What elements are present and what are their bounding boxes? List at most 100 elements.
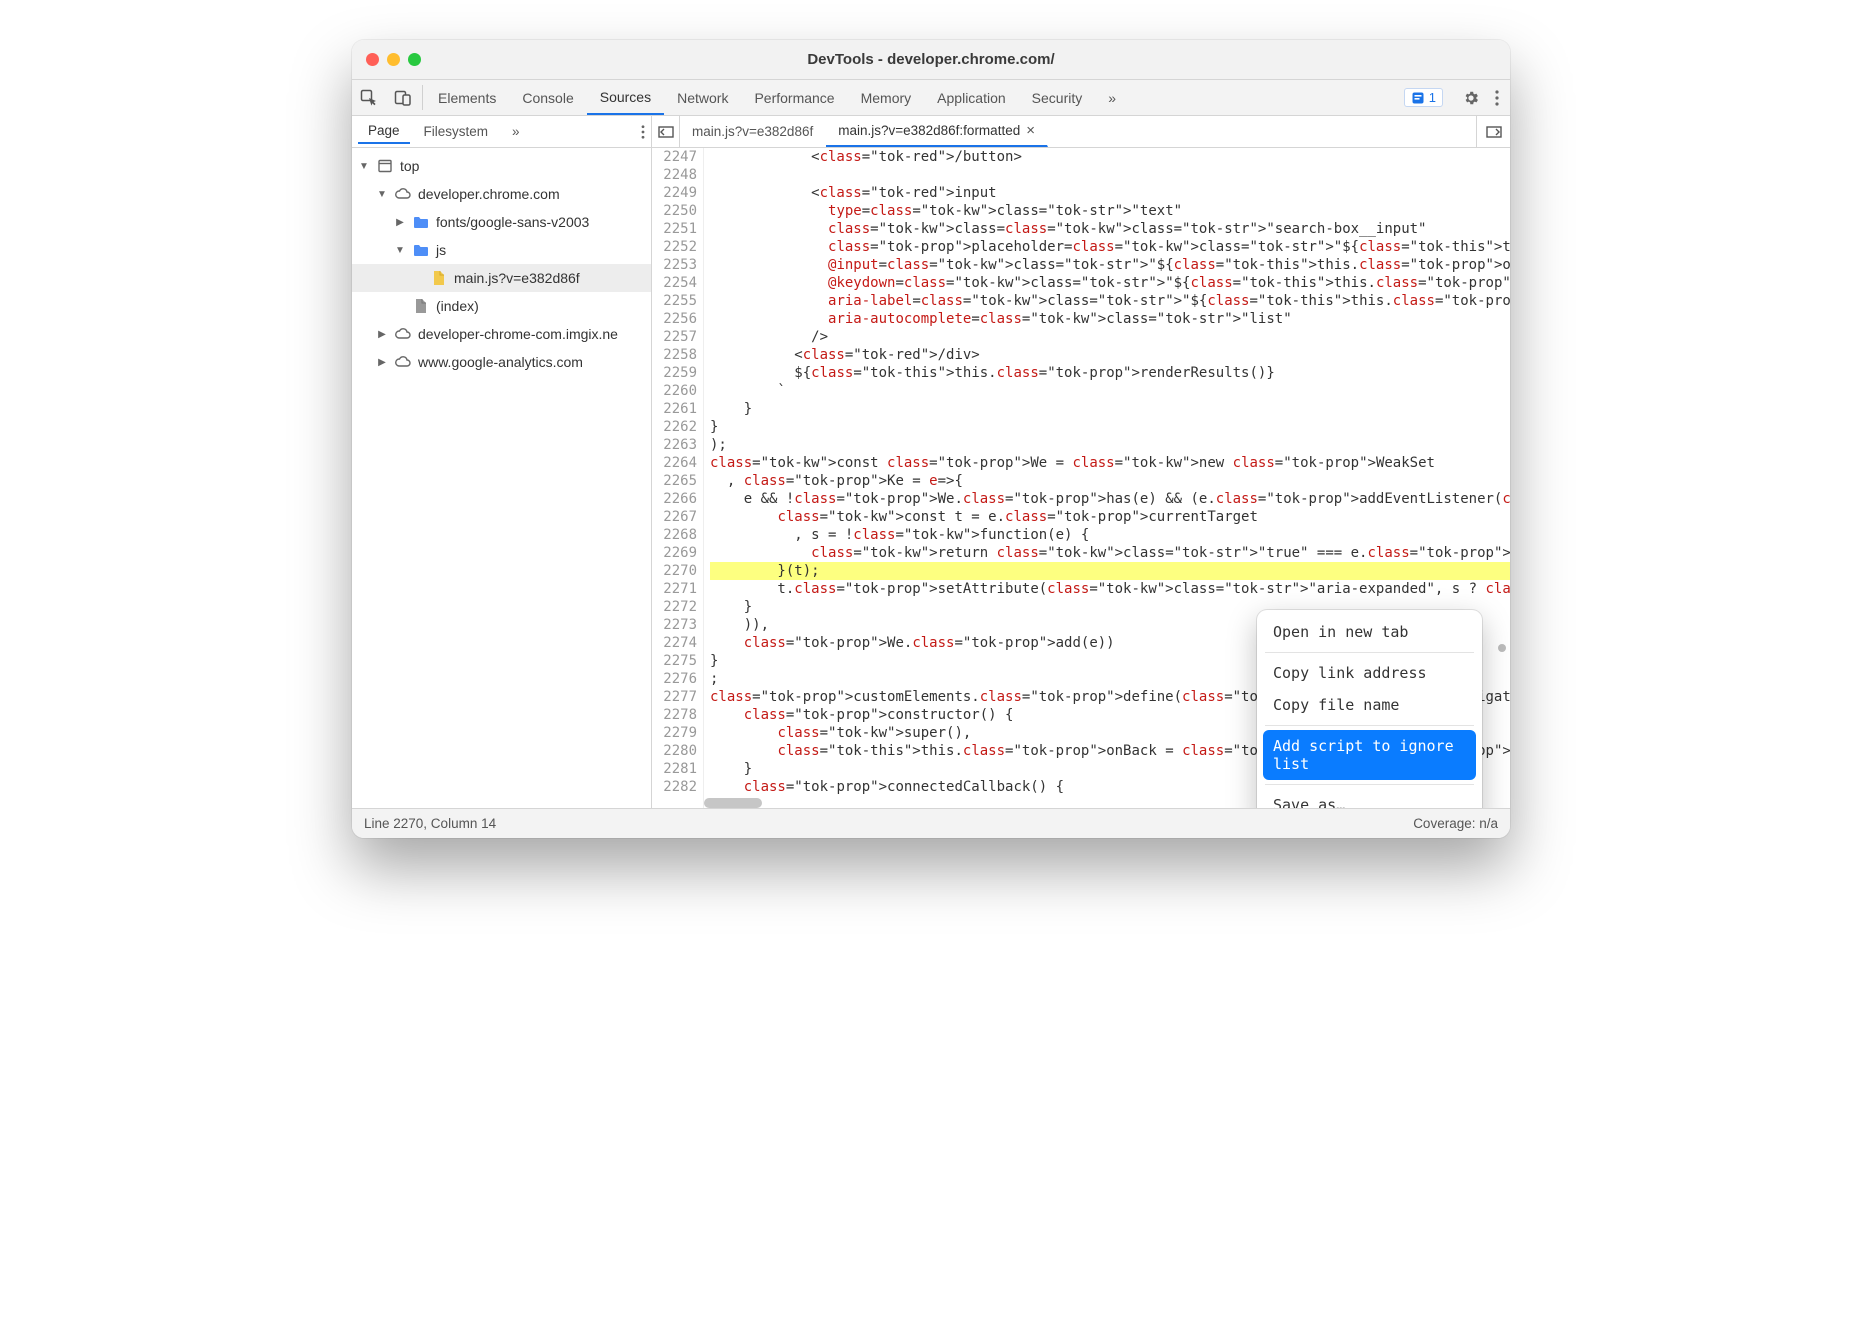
horizontal-scrollbar[interactable] (704, 798, 762, 808)
tree-node[interactable]: ▼top (352, 152, 651, 180)
code-line[interactable]: } (710, 418, 1510, 436)
gutter-line[interactable]: 2280 (652, 742, 697, 760)
more-icon[interactable] (1484, 90, 1510, 106)
tab-sources[interactable]: Sources (587, 80, 664, 115)
gutter-line[interactable]: 2271 (652, 580, 697, 598)
gutter-line[interactable]: 2274 (652, 634, 697, 652)
gutter-line[interactable]: 2263 (652, 436, 697, 454)
code-line[interactable]: class="tok-kw">return class="tok-kw">cla… (710, 544, 1510, 562)
code-line[interactable]: class="tok-kw">const class="tok-prop">We… (710, 454, 1510, 472)
tab-application[interactable]: Application (924, 80, 1019, 115)
gutter-line[interactable]: 2268 (652, 526, 697, 544)
tree-node[interactable]: main.js?v=e382d86f (352, 264, 651, 292)
tree-node[interactable]: ▶www.google-analytics.com (352, 348, 651, 376)
gutter-line[interactable]: 2272 (652, 598, 697, 616)
gutter-line[interactable]: 2254 (652, 274, 697, 292)
navigator-tab-filesystem[interactable]: Filesystem (414, 120, 499, 143)
code-line[interactable]: aria-label=class="tok-kw">class="tok-str… (710, 292, 1510, 310)
code-line[interactable]: class="tok-kw">const t = e.class="tok-pr… (710, 508, 1510, 526)
gutter-line[interactable]: 2279 (652, 724, 697, 742)
code-line[interactable]: <class="tok-red">input (710, 184, 1510, 202)
toggle-debugger-pane-icon[interactable] (1476, 116, 1510, 147)
tabs-overflow[interactable]: » (1095, 80, 1129, 115)
tree-node[interactable]: ▼js (352, 236, 651, 264)
gutter-line[interactable]: 2248 (652, 166, 697, 184)
code-line[interactable]: /> (710, 328, 1510, 346)
code-line[interactable]: @input=class="tok-kw">class="tok-str">"$… (710, 256, 1510, 274)
code-line[interactable]: t.class="tok-prop">setAttribute(class="t… (710, 580, 1510, 598)
code-line[interactable]: <class="tok-red">/div> (710, 346, 1510, 364)
code-line[interactable]: ${class="tok-this">this.class="tok-prop"… (710, 364, 1510, 382)
gutter-line[interactable]: 2257 (652, 328, 697, 346)
gutter-line[interactable]: 2251 (652, 220, 697, 238)
file-history-icon[interactable] (652, 116, 680, 147)
code-line[interactable]: } (710, 400, 1510, 418)
navigator-tab-page[interactable]: Page (358, 119, 410, 144)
gutter-line[interactable]: 2253 (652, 256, 697, 274)
tab-memory[interactable]: Memory (848, 80, 925, 115)
gutter-line[interactable]: 2278 (652, 706, 697, 724)
tree-node[interactable]: (index) (352, 292, 651, 320)
gutter-line[interactable]: 2266 (652, 490, 697, 508)
tab-console[interactable]: Console (509, 80, 586, 115)
file-tab-main[interactable]: main.js?v=e382d86f (680, 116, 826, 147)
code-line[interactable]: , class="tok-prop">Ke = e=>{ (710, 472, 1510, 490)
navigator-tabs-overflow[interactable]: » (502, 120, 530, 143)
code-editor[interactable]: 2247224822492250225122522253225422552256… (652, 148, 1510, 808)
code-line[interactable] (710, 166, 1510, 184)
code-line[interactable]: class="tok-kw">class=class="tok-kw">clas… (710, 220, 1510, 238)
close-tab-icon[interactable]: × (1026, 122, 1035, 139)
gutter-line[interactable]: 2265 (652, 472, 697, 490)
issues-badge[interactable]: 1 (1404, 88, 1443, 107)
context-menu-item[interactable]: Save as… (1263, 789, 1476, 808)
gutter-line[interactable]: 2260 (652, 382, 697, 400)
gutter-line[interactable]: 2258 (652, 346, 697, 364)
file-tab-main-formatted[interactable]: main.js?v=e382d86f:formatted × (826, 116, 1048, 147)
tab-performance[interactable]: Performance (741, 80, 847, 115)
gutter-line[interactable]: 2270 (652, 562, 697, 580)
context-menu-item[interactable]: Add script to ignore list (1263, 730, 1476, 780)
context-menu-item[interactable]: Open in new tab (1263, 616, 1476, 648)
gutter-line[interactable]: 2256 (652, 310, 697, 328)
tab-elements[interactable]: Elements (425, 80, 509, 115)
navigator-more-icon[interactable] (641, 125, 645, 139)
gutter-line[interactable]: 2276 (652, 670, 697, 688)
code-line[interactable]: ); (710, 436, 1510, 454)
gutter-line[interactable]: 2259 (652, 364, 697, 382)
gutter-line[interactable]: 2247 (652, 148, 697, 166)
device-toggle-icon[interactable] (386, 80, 420, 115)
code-line[interactable]: ` (710, 382, 1510, 400)
gutter-line[interactable]: 2275 (652, 652, 697, 670)
gutter-line[interactable]: 2269 (652, 544, 697, 562)
gutter-line[interactable]: 2281 (652, 760, 697, 778)
vertical-scrollbar[interactable] (1498, 644, 1506, 652)
context-menu-item[interactable]: Copy link address (1263, 657, 1476, 689)
gutter-line[interactable]: 2282 (652, 778, 697, 796)
gutter-line[interactable]: 2250 (652, 202, 697, 220)
code-line[interactable]: <class="tok-red">/button> (710, 148, 1510, 166)
inspect-element-icon[interactable] (352, 80, 386, 115)
tree-node[interactable]: ▼developer.chrome.com (352, 180, 651, 208)
context-menu-item[interactable]: Copy file name (1263, 689, 1476, 721)
code-line[interactable]: }(t); (710, 562, 1510, 580)
tab-security[interactable]: Security (1019, 80, 1096, 115)
gutter-line[interactable]: 2262 (652, 418, 697, 436)
gutter-line[interactable]: 2264 (652, 454, 697, 472)
gutter-line[interactable]: 2273 (652, 616, 697, 634)
tab-network[interactable]: Network (664, 80, 741, 115)
code-line[interactable]: , s = !class="tok-kw">function(e) { (710, 526, 1510, 544)
code-line[interactable]: class="tok-prop">placeholder=class="tok-… (710, 238, 1510, 256)
gutter-line[interactable]: 2277 (652, 688, 697, 706)
gutter-line[interactable]: 2252 (652, 238, 697, 256)
tree-node[interactable]: ▶fonts/google-sans-v2003 (352, 208, 651, 236)
code-line[interactable]: e && !class="tok-prop">We.class="tok-pro… (710, 490, 1510, 508)
gutter-line[interactable]: 2267 (652, 508, 697, 526)
settings-icon[interactable] (1458, 89, 1484, 107)
tree-node[interactable]: ▶developer-chrome-com.imgix.ne (352, 320, 651, 348)
gutter-line[interactable]: 2249 (652, 184, 697, 202)
code-line[interactable]: aria-autocomplete=class="tok-kw">class="… (710, 310, 1510, 328)
code-line[interactable]: @keydown=class="tok-kw">class="tok-str">… (710, 274, 1510, 292)
file-tree[interactable]: ▼top▼developer.chrome.com▶fonts/google-s… (352, 148, 652, 808)
gutter-line[interactable]: 2255 (652, 292, 697, 310)
code-line[interactable]: type=class="tok-kw">class="tok-str">"tex… (710, 202, 1510, 220)
